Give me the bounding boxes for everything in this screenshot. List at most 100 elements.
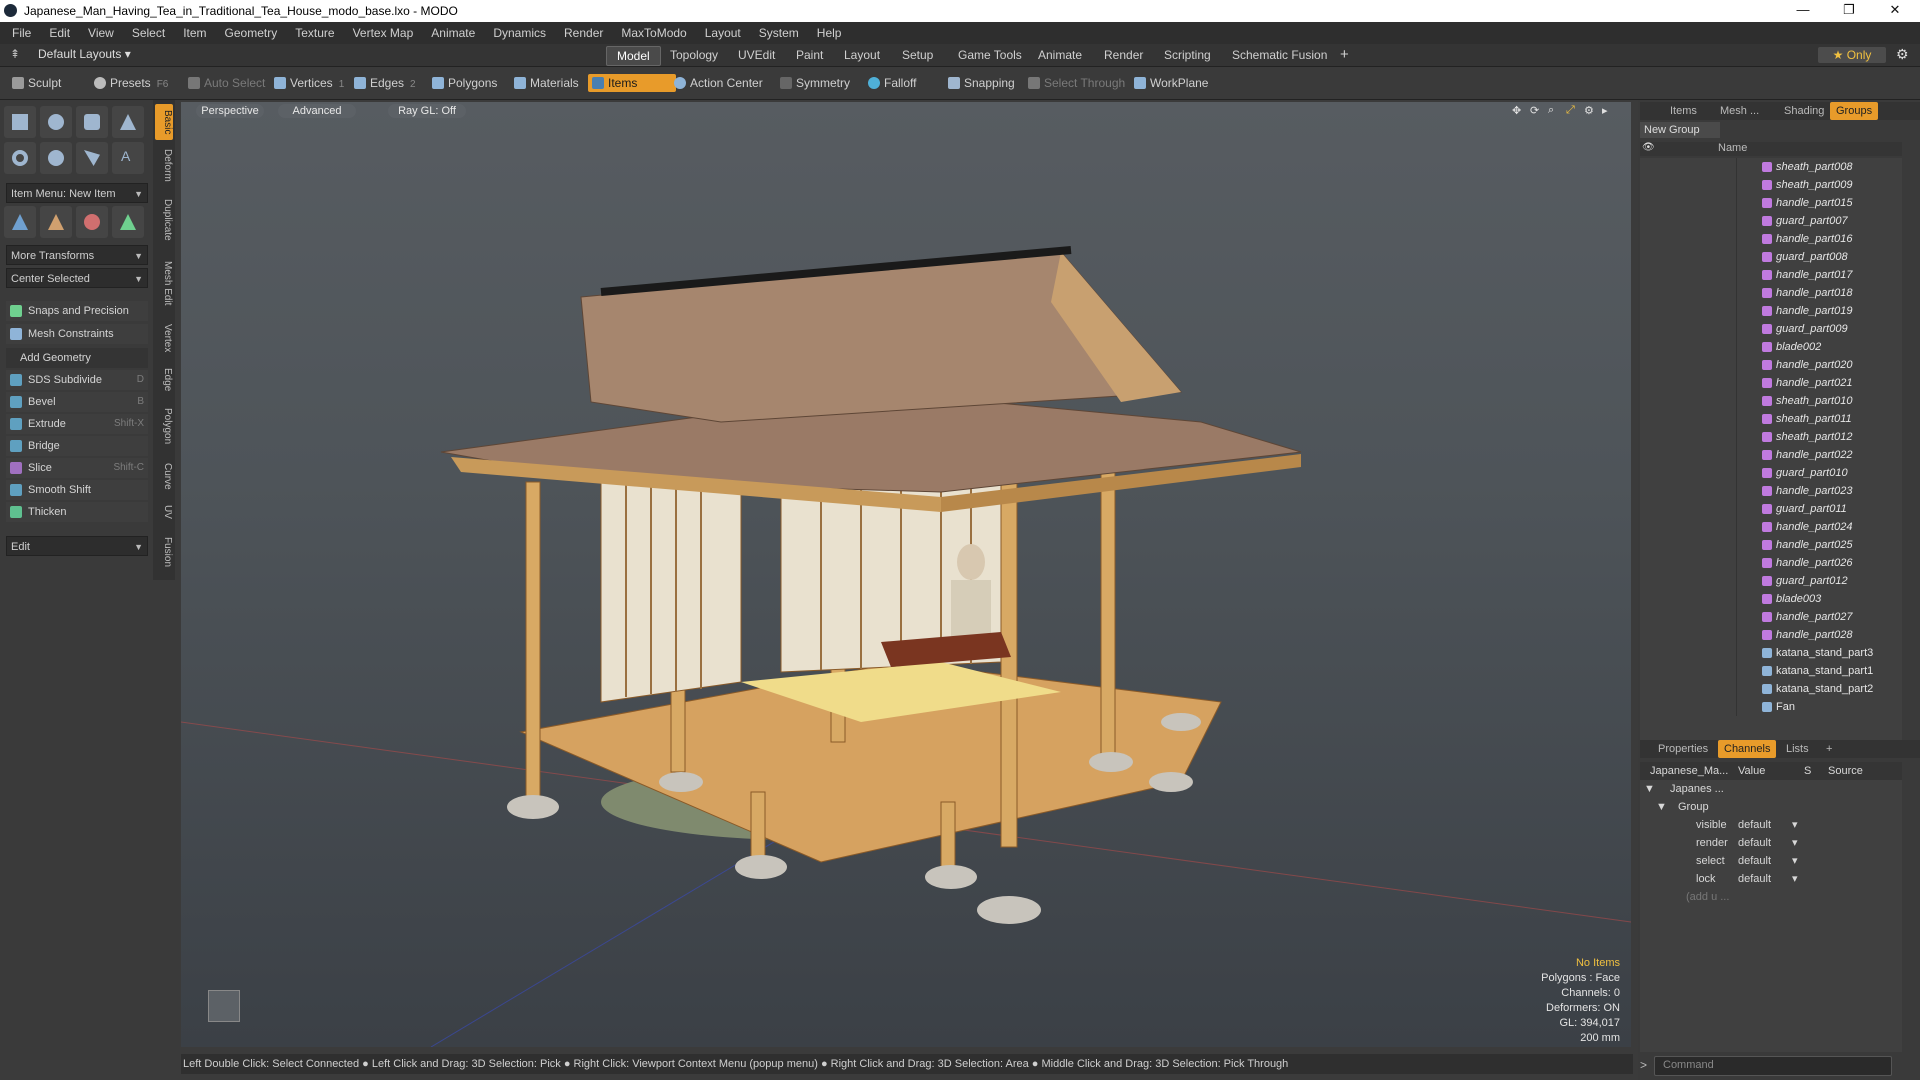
visibility-columns[interactable] bbox=[1640, 176, 1737, 194]
tree-expand-icon[interactable]: ▼ bbox=[1656, 798, 1667, 816]
visibility-columns[interactable] bbox=[1640, 428, 1737, 446]
tab-vertex[interactable]: Vertex bbox=[155, 318, 173, 358]
menu-render[interactable]: Render bbox=[555, 22, 612, 44]
minimize-button[interactable]: — bbox=[1788, 2, 1818, 17]
visibility-columns[interactable] bbox=[1640, 392, 1737, 410]
channel-value[interactable]: default bbox=[1738, 816, 1771, 834]
visibility-columns[interactable] bbox=[1640, 482, 1737, 500]
cube-tool-button[interactable] bbox=[4, 106, 36, 138]
vertices-button[interactable]: Vertices 1 bbox=[270, 74, 350, 92]
tab-paint[interactable]: Paint bbox=[786, 46, 833, 64]
tab-curve[interactable]: Curve bbox=[155, 458, 173, 494]
pen-tool-button[interactable] bbox=[76, 142, 108, 174]
visibility-columns[interactable] bbox=[1640, 626, 1737, 644]
group-list-item[interactable]: guard_part007 bbox=[1640, 212, 1902, 230]
visibility-columns[interactable] bbox=[1640, 572, 1737, 590]
channel-tree-root[interactable]: ▼ Japanes ... bbox=[1640, 780, 1902, 798]
visibility-columns[interactable] bbox=[1640, 338, 1737, 356]
tab-properties[interactable]: Properties bbox=[1652, 740, 1714, 758]
visibility-columns[interactable] bbox=[1640, 158, 1737, 176]
tab-channels[interactable]: Channels bbox=[1718, 740, 1777, 758]
menu-item[interactable]: Item bbox=[174, 22, 215, 44]
channel-row[interactable]: lock default ▾ bbox=[1640, 870, 1902, 888]
visibility-columns[interactable] bbox=[1640, 194, 1737, 212]
add-geometry-header[interactable]: Add Geometry bbox=[6, 348, 148, 368]
tab-mesh[interactable]: Mesh ... bbox=[1714, 102, 1765, 120]
text-tool-button[interactable]: A bbox=[112, 142, 144, 174]
raygl-tab[interactable]: Ray GL: Off bbox=[388, 104, 466, 118]
tab-topology[interactable]: Topology bbox=[660, 46, 728, 64]
menu-animate[interactable]: Animate bbox=[422, 22, 484, 44]
slice-button[interactable]: Slice Shift-C bbox=[6, 458, 148, 478]
visibility-columns[interactable] bbox=[1640, 518, 1737, 536]
eye-icon[interactable]: 👁 bbox=[1642, 142, 1655, 153]
zoom-icon[interactable]: ⌕ bbox=[1548, 104, 1562, 118]
action-center-button[interactable]: Action Center bbox=[670, 74, 769, 92]
extrude-button[interactable]: Extrude Shift-X bbox=[6, 414, 148, 434]
new-group-button[interactable]: New Group bbox=[1640, 122, 1720, 138]
visibility-columns[interactable] bbox=[1640, 266, 1737, 284]
add-panel-tab[interactable]: + bbox=[1820, 740, 1838, 758]
edit-dropdown[interactable]: Edit ▼ bbox=[6, 536, 148, 556]
group-list-item[interactable]: handle_part022 bbox=[1640, 446, 1902, 464]
capsule-tool-button[interactable] bbox=[40, 142, 72, 174]
visibility-columns[interactable] bbox=[1640, 680, 1737, 698]
channel-value[interactable]: default bbox=[1738, 852, 1771, 870]
edges-button[interactable]: Edges 2 bbox=[350, 74, 422, 92]
group-list-item[interactable]: handle_part021 bbox=[1640, 374, 1902, 392]
rotate-tool-button[interactable] bbox=[40, 206, 72, 238]
fit-icon[interactable]: ⤢ bbox=[1566, 104, 1580, 118]
group-list-item[interactable]: handle_part015 bbox=[1640, 194, 1902, 212]
snaps-precision-button[interactable]: Snaps and Precision bbox=[6, 301, 148, 321]
sculpt-button[interactable]: Sculpt bbox=[8, 74, 67, 92]
menu-texture[interactable]: Texture bbox=[286, 22, 343, 44]
transform-tool-button[interactable] bbox=[112, 206, 144, 238]
channel-row[interactable]: visible default ▾ bbox=[1640, 816, 1902, 834]
visibility-columns[interactable] bbox=[1640, 284, 1737, 302]
group-list-item[interactable]: sheath_part008 bbox=[1640, 158, 1902, 176]
only-toggle[interactable]: ★ Only bbox=[1818, 47, 1886, 63]
move-tool-button[interactable] bbox=[4, 206, 36, 238]
visibility-columns[interactable] bbox=[1640, 230, 1737, 248]
visibility-columns[interactable] bbox=[1640, 356, 1737, 374]
maximize-button[interactable]: ❐ bbox=[1834, 2, 1864, 18]
visibility-columns[interactable] bbox=[1640, 446, 1737, 464]
scale-tool-button[interactable] bbox=[76, 206, 108, 238]
3d-viewport[interactable] bbox=[181, 102, 1631, 1047]
channel-row[interactable]: select default ▾ bbox=[1640, 852, 1902, 870]
tab-basic[interactable]: Basic bbox=[155, 104, 173, 140]
menu-geometry[interactable]: Geometry bbox=[216, 22, 287, 44]
group-list-item[interactable]: handle_part016 bbox=[1640, 230, 1902, 248]
visibility-columns[interactable] bbox=[1640, 248, 1737, 266]
cone-tool-button[interactable] bbox=[112, 106, 144, 138]
tab-uv[interactable]: UV bbox=[155, 500, 173, 524]
symmetry-button[interactable]: Symmetry bbox=[776, 74, 856, 92]
visibility-columns[interactable] bbox=[1640, 500, 1737, 518]
sphere-tool-button[interactable] bbox=[40, 106, 72, 138]
menu-select[interactable]: Select bbox=[123, 22, 174, 44]
thicken-button[interactable]: Thicken bbox=[6, 502, 148, 522]
mesh-constraints-button[interactable]: Mesh Constraints bbox=[6, 324, 148, 344]
gear-icon[interactable]: ⚙ bbox=[1896, 46, 1909, 63]
menu-edit[interactable]: Edit bbox=[40, 22, 79, 44]
tab-game-tools[interactable]: Game Tools bbox=[948, 46, 1032, 64]
group-list-item[interactable]: guard_part010 bbox=[1640, 464, 1902, 482]
presets-button[interactable]: Presets F6 bbox=[90, 74, 174, 92]
tab-groups[interactable]: Groups bbox=[1830, 102, 1879, 120]
tab-render[interactable]: Render bbox=[1094, 46, 1153, 64]
command-input-box[interactable]: Command bbox=[1654, 1056, 1892, 1076]
channel-value[interactable]: default bbox=[1738, 834, 1771, 852]
tab-lists[interactable]: Lists bbox=[1780, 740, 1815, 758]
smooth-shift-button[interactable]: Smooth Shift bbox=[6, 480, 148, 500]
group-list-item[interactable]: handle_part026 bbox=[1640, 554, 1902, 572]
layout-arrow-icon[interactable]: ⇞ bbox=[10, 47, 20, 61]
visibility-columns[interactable] bbox=[1640, 662, 1737, 680]
visibility-columns[interactable] bbox=[1640, 374, 1737, 392]
item-menu-dropdown[interactable]: Item Menu: New Item ▼ bbox=[6, 183, 148, 203]
tab-animate[interactable]: Animate bbox=[1028, 46, 1092, 64]
more-transforms-dropdown[interactable]: More Transforms ▼ bbox=[6, 245, 148, 265]
tab-deform[interactable]: Deform bbox=[155, 144, 173, 186]
tab-layout[interactable]: Layout bbox=[834, 46, 890, 64]
viewport-menu-icon[interactable]: ▸ bbox=[1602, 104, 1616, 118]
group-list-item[interactable]: guard_part009 bbox=[1640, 320, 1902, 338]
